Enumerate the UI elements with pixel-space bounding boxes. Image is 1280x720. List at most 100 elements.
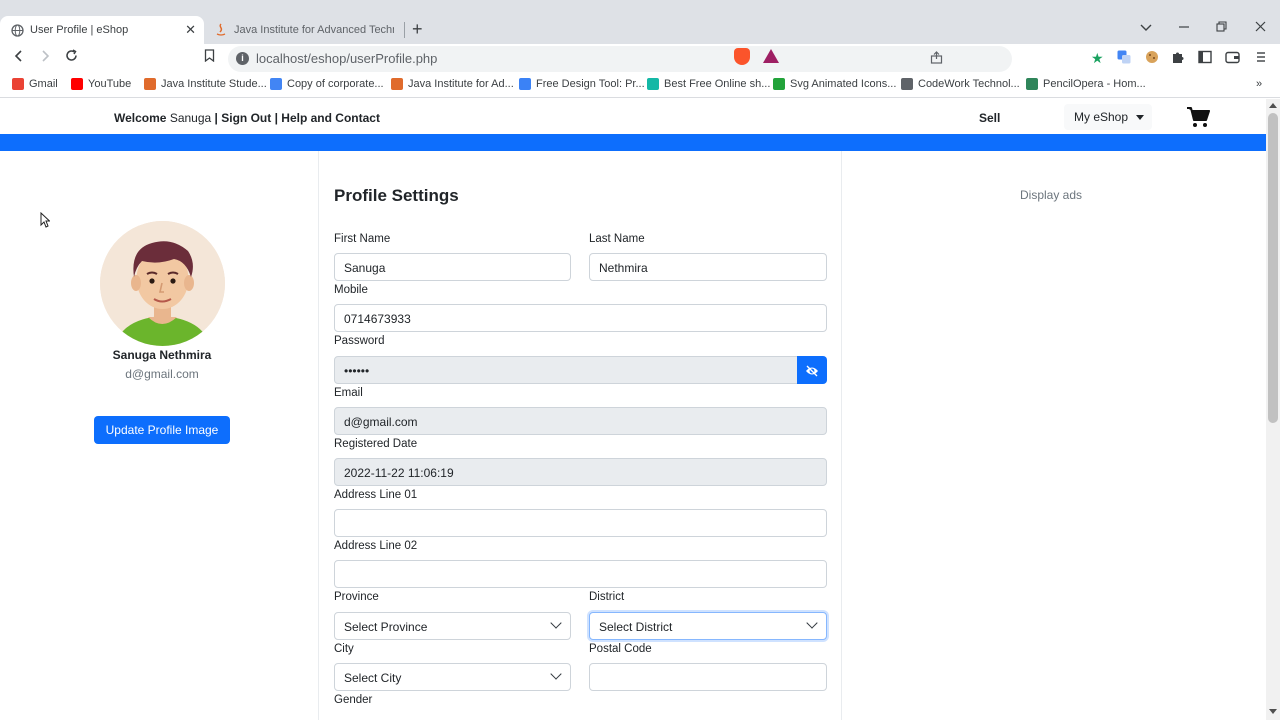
welcome-text: Welcome Sanuga | Sign Out | Help and Con… <box>114 111 380 125</box>
mouse-cursor-icon <box>40 211 51 228</box>
tab-user-profile[interactable]: User Profile | eShop ✕ <box>0 16 204 44</box>
tab-title: User Profile | eShop <box>30 24 129 36</box>
profile-name: Sanuga Nethmira <box>112 348 212 362</box>
email-label: Email <box>334 387 363 399</box>
sell-link[interactable]: Sell <box>979 111 1000 125</box>
caret-down-icon <box>1136 115 1145 121</box>
district-select[interactable]: Select District <box>589 612 827 640</box>
gmail-icon <box>12 78 24 90</box>
district-label: District <box>589 591 625 603</box>
first-name-label: First Name <box>334 233 391 245</box>
address-line-2-input[interactable] <box>334 560 827 588</box>
email-input[interactable]: d@gmail.com <box>334 407 827 435</box>
top-navbar: Welcome Sanuga | Sign Out | Help and Con… <box>0 99 1266 134</box>
postal-code-label: Postal Code <box>589 643 652 655</box>
tab-java-institute[interactable]: Java Institute for Advanced Technolog <box>206 16 402 44</box>
bookmark-copy-of-corporate[interactable]: Copy of corporate... <box>270 78 384 90</box>
postal-code-input[interactable] <box>589 663 827 691</box>
mobile-label: Mobile <box>334 284 368 296</box>
java-icon <box>391 78 403 90</box>
page-scrollbar[interactable] <box>1266 99 1280 720</box>
registered-date-input[interactable]: 2022-11-22 11:06:19 <box>334 458 827 486</box>
more-bookmarks-icon[interactable]: » <box>1256 78 1262 90</box>
chevron-down-icon <box>806 617 818 629</box>
eye-icon <box>805 364 819 382</box>
bookmark-gmail[interactable]: Gmail <box>12 78 58 90</box>
bookmark-free-design-tool[interactable]: Free Design Tool: Pr... <box>519 78 645 90</box>
menu-icon[interactable] <box>1256 50 1266 67</box>
close-window-icon[interactable] <box>1255 20 1266 35</box>
avatar <box>100 221 225 346</box>
mobile-input[interactable]: 0714673933 <box>334 304 827 332</box>
address-line-1-label: Address Line 01 <box>334 489 418 501</box>
password-input[interactable]: •••••• <box>334 356 798 384</box>
update-profile-image-button[interactable]: Update Profile Image <box>94 416 230 444</box>
browser-toolbar: i localhost/eshop/userProfile.php ★ <box>0 44 1280 72</box>
translate-icon[interactable] <box>1117 50 1131 67</box>
bookmarks-bar: Gmail YouTube Java Institute Stude... Co… <box>0 72 1280 98</box>
search-icon <box>647 78 659 90</box>
address-line-1-input[interactable] <box>334 509 827 537</box>
registered-date-label: Registered Date <box>334 438 418 450</box>
bookmark-codework[interactable]: CodeWork Technol... <box>901 78 1020 90</box>
star-icon[interactable]: ★ <box>1091 50 1104 66</box>
display-ads-text: Display ads <box>1019 188 1083 202</box>
bookmark-svg-animated-icons[interactable]: Svg Animated Icons... <box>773 78 896 90</box>
design-tool-icon <box>519 78 531 90</box>
page-title: Profile Settings <box>334 186 459 205</box>
province-select[interactable]: Select Province <box>334 612 571 640</box>
my-eshop-dropdown[interactable]: My eShop <box>1064 104 1152 130</box>
bookmark-best-free-online[interactable]: Best Free Online sh... <box>647 78 770 90</box>
bookmark-pencilopera[interactable]: PencilOpera - Hom... <box>1026 78 1146 90</box>
cart-icon[interactable] <box>1186 106 1210 128</box>
scroll-down-icon[interactable] <box>1269 709 1277 714</box>
city-label: City <box>334 643 354 655</box>
chevron-down-icon <box>550 617 562 629</box>
bookmark-java-institute-student[interactable]: Java Institute Stude... <box>144 78 267 90</box>
globe-icon <box>901 78 913 90</box>
sidebar-icon[interactable] <box>1198 50 1212 67</box>
brave-rewards-icon[interactable] <box>763 49 779 63</box>
first-name-input[interactable]: Sanuga <box>334 253 571 281</box>
brave-shields-icon[interactable] <box>734 48 750 65</box>
document-icon <box>270 78 282 90</box>
bookmark-youtube[interactable]: YouTube <box>71 78 131 90</box>
profile-card: Sanuga Nethmira d@gmail.com Update Profi… <box>0 151 318 720</box>
scrollbar-thumb[interactable] <box>1268 113 1278 423</box>
province-label: Province <box>334 591 379 603</box>
minimize-icon[interactable] <box>1178 20 1190 35</box>
profile-email: d@gmail.com <box>125 367 199 381</box>
bookmark-java-institute-advanced[interactable]: Java Institute for Ad... <box>391 78 514 90</box>
wallet-icon[interactable] <box>1225 50 1240 67</box>
city-select[interactable]: Select City <box>334 663 571 691</box>
address-bar[interactable]: i localhost/eshop/userProfile.php <box>228 46 1012 72</box>
cookie-icon[interactable] <box>1145 50 1159 67</box>
share-icon[interactable] <box>930 51 943 67</box>
extensions-icon[interactable] <box>1171 50 1185 67</box>
username: Sanuga <box>169 111 212 125</box>
tab-search-icon[interactable] <box>1140 20 1152 35</box>
column-divider <box>318 151 319 720</box>
help-contact-link[interactable]: Help and Contact <box>281 111 380 125</box>
last-name-label: Last Name <box>589 233 645 245</box>
page-content: Welcome Sanuga | Sign Out | Help and Con… <box>0 99 1266 720</box>
java-institute-icon <box>144 78 156 90</box>
profile-settings-form: Profile Settings First Name Last Name Sa… <box>334 151 828 720</box>
svg-icon <box>773 78 785 90</box>
close-tab-icon[interactable]: ✕ <box>185 22 196 38</box>
last-name-input[interactable]: Nethmira <box>589 253 827 281</box>
sign-out-link[interactable]: Sign Out <box>221 111 271 125</box>
browser-tab-bar: User Profile | eShop ✕ Java Institute fo… <box>0 0 1280 44</box>
reload-icon[interactable] <box>62 49 80 67</box>
password-label: Password <box>334 335 385 347</box>
back-icon[interactable] <box>10 49 28 67</box>
bookmark-icon[interactable] <box>200 49 218 67</box>
brand-bar <box>0 134 1266 151</box>
pencilopera-icon <box>1026 78 1038 90</box>
restore-icon[interactable] <box>1216 20 1227 35</box>
forward-icon[interactable] <box>36 49 54 67</box>
show-password-button[interactable] <box>797 356 827 384</box>
scroll-up-icon[interactable] <box>1269 103 1277 108</box>
site-info-icon[interactable]: i <box>236 52 249 65</box>
new-tab-icon[interactable]: + <box>412 20 423 38</box>
